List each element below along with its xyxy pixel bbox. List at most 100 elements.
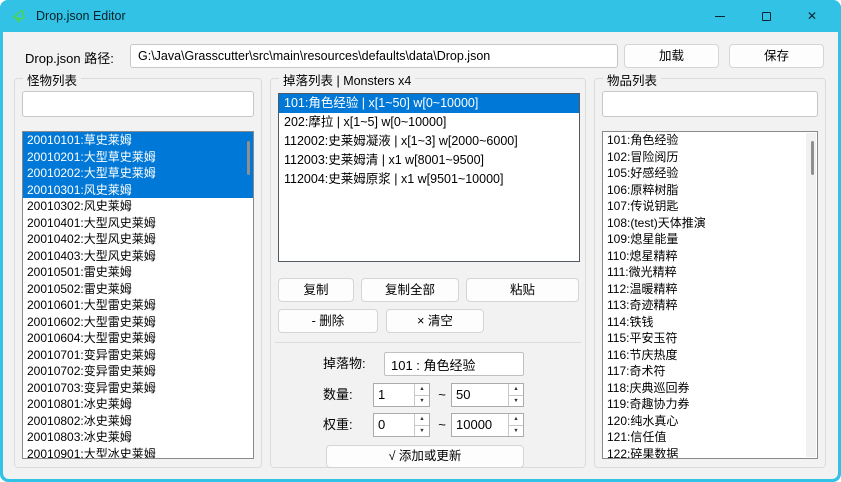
minimize-button[interactable]	[697, 0, 743, 32]
count-min-value[interactable]: 1	[374, 384, 414, 406]
close-button[interactable]: ✕	[789, 0, 835, 32]
drop-list-item[interactable]: 101:角色经验 | x[1~50] w[0~10000]	[279, 94, 579, 113]
add-or-update-button[interactable]: √ 添加或更新	[326, 445, 524, 468]
item-list-item[interactable]: 118:庆典巡回券	[603, 380, 817, 397]
monster-list-item[interactable]: 20010501:雷史莱姆	[23, 264, 253, 281]
delete-button[interactable]: - 删除	[278, 309, 378, 333]
drop-list-item[interactable]: 112002:史莱姆凝液 | x[1~3] w[2000~6000]	[279, 132, 579, 151]
spin-down-icon[interactable]: ▼	[415, 395, 429, 407]
monster-list-scrollbar[interactable]	[247, 141, 250, 175]
load-button[interactable]: 加载	[624, 44, 719, 68]
clear-button[interactable]: × 清空	[386, 309, 484, 333]
item-list-item[interactable]: 111:微光精粹	[603, 264, 817, 281]
item-list-scroll-track[interactable]	[806, 133, 816, 457]
count-max-spin-buttons: ▲ ▼	[508, 384, 523, 406]
copy-button[interactable]: 复制	[278, 278, 354, 302]
item-list-item[interactable]: 116:节庆热度	[603, 347, 817, 364]
weight-min-spinner[interactable]: 0 ▲ ▼	[373, 413, 430, 437]
drop-listbox[interactable]: 101:角色经验 | x[1~50] w[0~10000]202:摩拉 | x[…	[278, 93, 580, 262]
spin-down-icon[interactable]: ▼	[509, 395, 523, 407]
monster-list-item[interactable]: 20010602:大型雷史莱姆	[23, 314, 253, 331]
items-panel: 物品列表 101:角色经验102:冒险阅历105:好感经验106:原粹树脂107…	[594, 78, 826, 468]
count-min-spinner[interactable]: 1 ▲ ▼	[373, 383, 430, 407]
monster-list-item[interactable]: 20010703:变异雷史莱姆	[23, 380, 253, 397]
titlebar: Drop.json Editor ✕	[0, 0, 841, 32]
item-list-item[interactable]: 119:奇趣协力券	[603, 396, 817, 413]
monster-list-item[interactable]: 20010701:变异雷史莱姆	[23, 347, 253, 364]
drop-list-item[interactable]: 202:摩拉 | x[1~5] w[0~10000]	[279, 113, 579, 132]
monster-list-item[interactable]: 20010402:大型风史莱姆	[23, 231, 253, 248]
monster-list-item[interactable]: 20010302:风史莱姆	[23, 198, 253, 215]
count-max-spinner[interactable]: 50 ▲ ▼	[451, 383, 524, 407]
monsters-panel: 怪物列表 20010101:草史莱姆20010201:大型草史莱姆2001020…	[14, 78, 262, 468]
window-title: Drop.json Editor	[36, 9, 126, 23]
monster-list-item[interactable]: 20010702:变异雷史莱姆	[23, 363, 253, 380]
monster-list-item[interactable]: 20010101:草史莱姆	[23, 132, 253, 149]
item-list-scrollbar[interactable]	[811, 141, 814, 175]
item-list-item[interactable]: 115:平安玉符	[603, 330, 817, 347]
drop-list-item[interactable]: 112003:史莱姆清 | x1 w[8001~9500]	[279, 151, 579, 170]
item-list-item[interactable]: 121:信任值	[603, 429, 817, 446]
item-list-item[interactable]: 107:传说钥匙	[603, 198, 817, 215]
spin-up-icon[interactable]: ▲	[509, 414, 523, 425]
item-search-input[interactable]	[602, 91, 818, 117]
paste-button[interactable]: 粘贴	[466, 278, 579, 302]
weight-max-value[interactable]: 10000	[452, 414, 508, 436]
drop-item-input[interactable]	[384, 352, 524, 376]
item-list-item[interactable]: 113:奇迹精粹	[603, 297, 817, 314]
monster-list-item[interactable]: 20010502:雷史莱姆	[23, 281, 253, 298]
weight-min-value[interactable]: 0	[374, 414, 414, 436]
count-label: 数量:	[323, 383, 353, 407]
item-list-item[interactable]: 109:熄星能量	[603, 231, 817, 248]
spin-down-icon[interactable]: ▼	[509, 425, 523, 437]
weight-max-spinner[interactable]: 10000 ▲ ▼	[451, 413, 524, 437]
spin-up-icon[interactable]: ▲	[509, 384, 523, 395]
item-list-item[interactable]: 122:碎果数据	[603, 446, 817, 460]
item-list-item[interactable]: 108:(test)天体推演	[603, 215, 817, 232]
spin-up-icon[interactable]: ▲	[415, 414, 429, 425]
item-list-item[interactable]: 105:好感经验	[603, 165, 817, 182]
item-list-item[interactable]: 120:纯水真心	[603, 413, 817, 430]
monster-list-item[interactable]: 20010803:冰史莱姆	[23, 429, 253, 446]
weight-max-spin-buttons: ▲ ▼	[508, 414, 523, 436]
weight-label: 权重:	[323, 413, 353, 437]
monster-list-item[interactable]: 20010601:大型雷史莱姆	[23, 297, 253, 314]
monster-list-item[interactable]: 20010201:大型草史莱姆	[23, 149, 253, 166]
maximize-button[interactable]	[743, 0, 789, 32]
weight-range-tilde: ~	[436, 413, 448, 437]
save-button[interactable]: 保存	[729, 44, 824, 68]
count-max-value[interactable]: 50	[452, 384, 508, 406]
item-listbox[interactable]: 101:角色经验102:冒险阅历105:好感经验106:原粹树脂107:传说钥匙…	[602, 131, 818, 459]
monster-list-item[interactable]: 20010604:大型雷史莱姆	[23, 330, 253, 347]
monster-search-input[interactable]	[22, 91, 254, 117]
app-window: Drop.json Editor ✕ Drop.json 路径: 加载 保存 怪…	[0, 0, 841, 482]
path-input[interactable]	[130, 44, 618, 68]
monster-list-item[interactable]: 20010301:风史莱姆	[23, 182, 253, 199]
item-list-item[interactable]: 106:原粹树脂	[603, 182, 817, 199]
drops-panel: 掉落列表 | Monsters x4 101:角色经验 | x[1~50] w[…	[270, 78, 586, 468]
monster-list-item[interactable]: 20010901:大型冰史莱姆	[23, 446, 253, 460]
item-list-item[interactable]: 112:温暖精粹	[603, 281, 817, 298]
item-list-item[interactable]: 114:铁钱	[603, 314, 817, 331]
spin-up-icon[interactable]: ▲	[415, 384, 429, 395]
item-list-item[interactable]: 102:冒险阅历	[603, 149, 817, 166]
monsters-panel-title: 怪物列表	[23, 70, 81, 89]
count-min-spin-buttons: ▲ ▼	[414, 384, 429, 406]
monster-list-item[interactable]: 20010202:大型草史莱姆	[23, 165, 253, 182]
monster-list-item[interactable]: 20010802:冰史莱姆	[23, 413, 253, 430]
monster-list-item[interactable]: 20010801:冰史莱姆	[23, 396, 253, 413]
item-list-item[interactable]: 117:奇术符	[603, 363, 817, 380]
monster-list-item[interactable]: 20010401:大型风史莱姆	[23, 215, 253, 232]
drops-panel-title: 掉落列表 | Monsters x4	[279, 70, 415, 89]
weight-min-spin-buttons: ▲ ▼	[414, 414, 429, 436]
spin-down-icon[interactable]: ▼	[415, 425, 429, 437]
items-panel-title: 物品列表	[603, 70, 661, 89]
monster-listbox[interactable]: 20010101:草史莱姆20010201:大型草史莱姆20010202:大型草…	[22, 131, 254, 459]
app-megaphone-icon	[10, 7, 28, 25]
monster-list-item[interactable]: 20010403:大型风史莱姆	[23, 248, 253, 265]
item-list-item[interactable]: 110:熄星精粹	[603, 248, 817, 265]
item-list-item[interactable]: 101:角色经验	[603, 132, 817, 149]
copy-all-button[interactable]: 复制全部	[361, 278, 459, 302]
window-controls: ✕	[697, 0, 835, 32]
drop-list-item[interactable]: 112004:史莱姆原浆 | x1 w[9501~10000]	[279, 170, 579, 189]
